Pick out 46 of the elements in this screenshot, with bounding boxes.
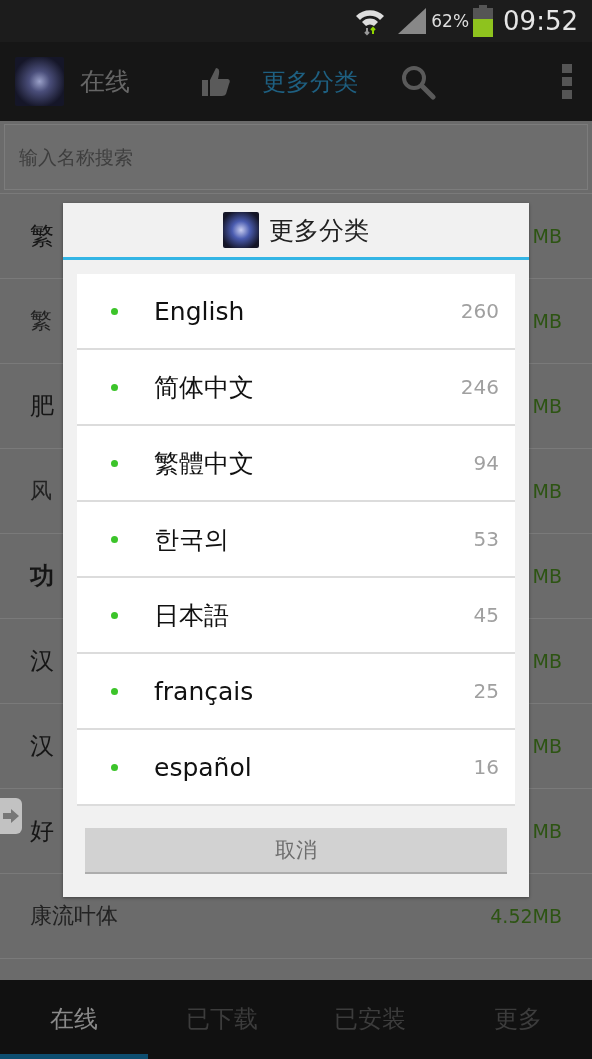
- font-size-label: MB: [532, 395, 562, 417]
- bullet-icon: [111, 383, 118, 391]
- bullet-icon: [111, 687, 118, 695]
- bullet-icon: [111, 307, 118, 315]
- font-size-label: MB: [532, 820, 562, 842]
- font-name: 繁: [30, 307, 52, 335]
- font-name: 繁: [30, 221, 54, 252]
- font-size-label: 4.52MB: [490, 905, 562, 927]
- font-size-label: MB: [532, 565, 562, 587]
- category-item[interactable]: 简体中文 246: [77, 350, 515, 426]
- category-item[interactable]: 日本語 45: [77, 578, 515, 654]
- cancel-button[interactable]: 取消: [85, 828, 507, 874]
- font-name: 风: [30, 477, 52, 505]
- bullet-icon: [111, 763, 118, 771]
- font-name: 汉: [30, 731, 54, 762]
- overflow-menu-icon[interactable]: [562, 63, 572, 100]
- bullet-icon: [111, 535, 118, 543]
- signal-icon: [397, 7, 428, 35]
- font-name: 汉: [30, 646, 54, 677]
- bullet-icon: [111, 459, 118, 467]
- side-arrow-handle[interactable]: [0, 798, 22, 834]
- font-size-label: MB: [532, 650, 562, 672]
- dialog-title: 更多分类: [269, 214, 369, 247]
- category-item[interactable]: 한국의 53: [77, 502, 515, 578]
- font-name: 康流叶体: [30, 902, 118, 930]
- bottom-tab[interactable]: 在线: [0, 980, 148, 1059]
- font-size-label: MB: [532, 310, 562, 332]
- battery-icon: [473, 5, 494, 37]
- app-title: 在线: [80, 66, 131, 98]
- font-name: 肥: [30, 391, 54, 422]
- category-item[interactable]: English 260: [77, 274, 515, 350]
- font-size-label: MB: [532, 480, 562, 502]
- thumbs-up-icon[interactable]: [200, 65, 232, 98]
- bullet-icon: [111, 611, 118, 619]
- search-icon[interactable]: [400, 63, 436, 100]
- app-logo-icon: [223, 212, 259, 248]
- font-name: 好: [30, 816, 54, 847]
- clock-time: 09:52: [503, 6, 578, 36]
- category-item[interactable]: français 25: [77, 654, 515, 730]
- category-item[interactable]: español 16: [77, 730, 515, 806]
- font-name: 功: [30, 561, 54, 592]
- font-size-label: MB: [532, 225, 562, 247]
- category-item[interactable]: 繁體中文 94: [77, 426, 515, 502]
- font-size-label: MB: [532, 735, 562, 757]
- battery-percent: 62%: [431, 11, 470, 31]
- app-logo-icon: [15, 57, 64, 106]
